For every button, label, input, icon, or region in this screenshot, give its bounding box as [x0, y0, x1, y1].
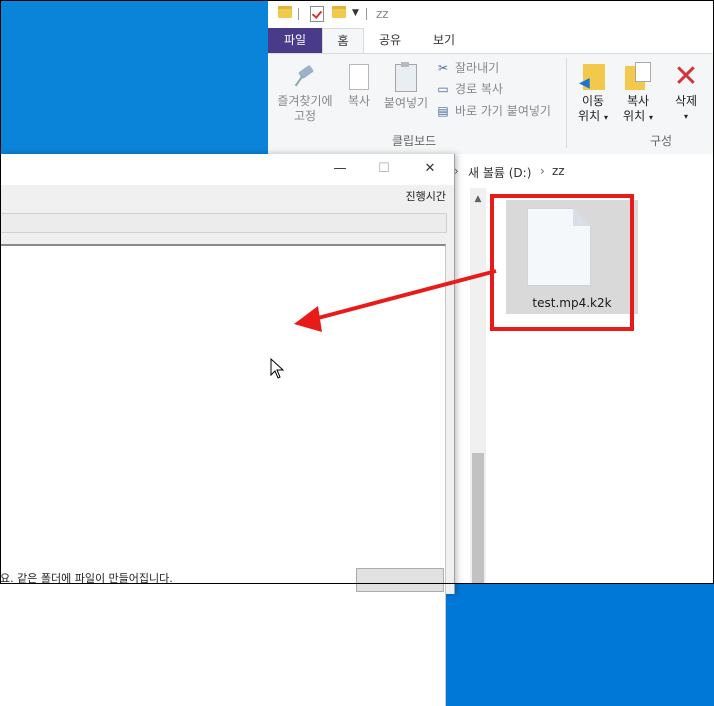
delete-label: 삭제: [674, 94, 698, 108]
breadcrumb-folder[interactable]: zz: [552, 164, 565, 178]
folder-icon: [278, 6, 292, 18]
chevron-down-icon: ▾: [648, 113, 653, 122]
navigation-pane-scrollbar[interactable]: ▲: [470, 188, 486, 584]
scissors-icon: ✂: [437, 61, 449, 75]
copy-to-icon: [625, 62, 651, 92]
clipboard-group-label: 클립보드: [392, 134, 437, 148]
dialog-file-list[interactable]: [0, 244, 446, 706]
paste-button[interactable]: 붙여넣기: [380, 62, 432, 111]
scroll-thumb[interactable]: [472, 453, 484, 584]
new-folder-icon[interactable]: [332, 6, 346, 18]
paste-shortcut-icon: ▤: [437, 104, 449, 118]
dialog-titlebar: — ☐ ✕: [0, 154, 454, 185]
paste-label: 붙여넣기: [383, 96, 429, 110]
copyto-label-1: 복사: [626, 94, 650, 108]
pin-label-2: 고정: [293, 109, 317, 123]
breadcrumb-drive[interactable]: 새 볼륨 (D:): [468, 164, 531, 181]
move-label-1: 이동: [581, 94, 605, 108]
copy-to-button[interactable]: 복사 위치 ▾: [618, 62, 658, 125]
properties-check-icon[interactable]: [310, 6, 324, 22]
scroll-up-icon[interactable]: ▲: [470, 194, 486, 204]
move-to-button[interactable]: ◀ 이동 위치 ▾: [573, 62, 613, 125]
tab-home[interactable]: 홈: [322, 28, 364, 53]
delete-button[interactable]: ✕ 삭제 ▾: [666, 62, 706, 124]
check-icon: [310, 6, 324, 22]
chevron-down-icon: ▾: [603, 113, 608, 122]
separator: [298, 8, 299, 20]
mouse-cursor-icon: [270, 358, 285, 379]
cut-label: 잘라내기: [455, 61, 500, 75]
tab-view[interactable]: 보기: [418, 28, 470, 53]
separator: [366, 8, 367, 20]
copy-label: 복사: [347, 94, 371, 108]
pin-to-quick-access-button[interactable]: 즐겨찾기에 고정: [272, 66, 338, 124]
paste-icon: [395, 62, 417, 92]
move-label-2: 위치: [578, 109, 601, 123]
tab-file[interactable]: 파일: [268, 28, 322, 53]
copy-path-button[interactable]: ▭ 경로 복사: [436, 79, 503, 99]
group-separator: [566, 58, 567, 148]
dialog-toolbar: [0, 213, 447, 233]
copy-path-label: 경로 복사: [455, 82, 503, 96]
ribbon-panel: 즐겨찾기에 고정 복사 붙여넣기 ✂ 잘라내기 ▭ 경로 복사 ▤ 바로 가기 붙여넣…: [268, 53, 714, 155]
pin-label-1: 즐겨찾기에: [277, 94, 333, 108]
organize-group-label: 구성: [650, 134, 673, 148]
maximize-button[interactable]: ☐: [364, 157, 404, 181]
copy-path-icon: ▭: [437, 82, 449, 96]
ribbon-tabs: 파일 홈 공유 보기: [268, 28, 714, 53]
red-highlight-box: [490, 194, 634, 331]
delete-icon: ✕: [673, 59, 699, 94]
window-title: zz: [376, 7, 389, 21]
tab-share[interactable]: 공유: [364, 28, 416, 53]
move-to-icon: ◀: [579, 62, 605, 92]
chevron-right-icon: ›: [540, 164, 545, 178]
explorer-titlebar: ▼ zz: [268, 0, 714, 28]
cut-button[interactable]: ✂ 잘라내기: [436, 58, 499, 78]
chevron-down-icon: ▾: [683, 112, 688, 121]
column-header-elapsed[interactable]: 진행시간: [406, 188, 446, 204]
paste-shortcut-button[interactable]: ▤ 바로 가기 붙여넣기: [436, 101, 551, 121]
dialog-window: — ☐ ✕ 진행시간 요. 같은 폴더에 파일이 만들어집니다.: [0, 154, 455, 706]
copy-icon: [345, 61, 369, 90]
pin-icon: [296, 66, 314, 88]
copy-button[interactable]: 복사: [342, 61, 376, 109]
quick-access-dropdown-icon[interactable]: ▼: [352, 8, 359, 18]
minimize-button[interactable]: —: [320, 157, 360, 181]
paste-shortcut-label: 바로 가기 붙여넣기: [455, 104, 551, 118]
close-button[interactable]: ✕: [410, 157, 450, 181]
copyto-label-2: 위치: [623, 109, 646, 123]
dialog-button[interactable]: [356, 568, 444, 592]
